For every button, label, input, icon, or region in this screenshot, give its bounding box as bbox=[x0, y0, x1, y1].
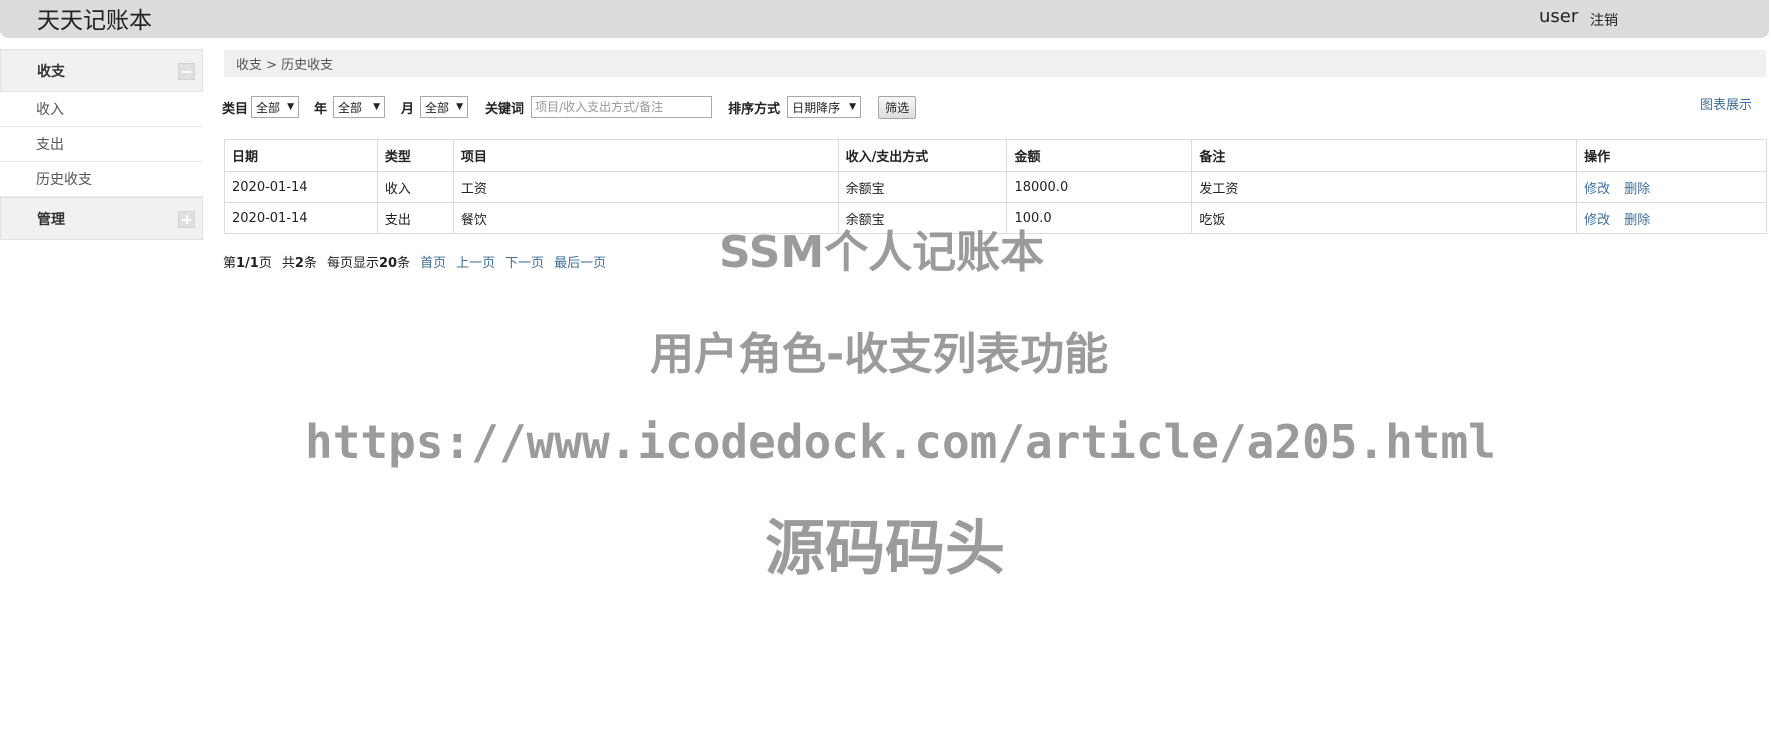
keyword-label: 关键词 bbox=[485, 101, 525, 117]
watermark-url: https://www.icodedock.com/article/a205.h… bbox=[305, 415, 1496, 469]
dropdown-arrow-icon: ▼ bbox=[456, 102, 464, 112]
cell-method: 余额宝 bbox=[837, 171, 1008, 203]
sidebar-item-history[interactable]: 历史收支 bbox=[0, 162, 203, 197]
filter-bar: 类目 全部 ▼ 年 全部 ▼ 月 全部 ▼ 关键词 排序方式 日期降序 ▼ 筛选 bbox=[222, 95, 917, 119]
cell-note: 吃饭 bbox=[1191, 202, 1578, 234]
collapse-icon[interactable] bbox=[178, 63, 195, 80]
watermark-subtitle: 用户角色-收支列表功能 bbox=[650, 329, 1109, 380]
delete-link[interactable]: 删除 bbox=[1624, 213, 1650, 228]
keyword-input[interactable] bbox=[531, 96, 713, 118]
prev-page-link[interactable]: 上一页 bbox=[456, 252, 495, 271]
sidebar-item-income[interactable]: 收入 bbox=[0, 92, 203, 127]
sidebar-group-label: 管理 bbox=[37, 211, 65, 228]
table-row: 2020-01-14 收入 工资 余额宝 18000.0 发工资 修改 删除 bbox=[224, 171, 1767, 203]
pagination: 第1/1页 共2条 每页显示20条 首页 上一页 下一页 最后一页 bbox=[223, 252, 616, 271]
category-select-value: 全部 bbox=[256, 100, 281, 115]
filter-button[interactable]: 筛选 bbox=[878, 95, 917, 119]
cell-note: 发工资 bbox=[1191, 171, 1578, 203]
sort-select-value: 日期降序 bbox=[792, 100, 841, 115]
dropdown-arrow-icon: ▼ bbox=[287, 102, 295, 112]
year-select[interactable]: 全部 ▼ bbox=[333, 96, 386, 118]
first-page-link[interactable]: 首页 bbox=[420, 252, 446, 271]
year-select-value: 全部 bbox=[338, 100, 363, 115]
dropdown-arrow-icon: ▼ bbox=[373, 102, 381, 112]
total-count: 共2条 bbox=[281, 256, 317, 271]
sidebar-item-label: 收入 bbox=[36, 102, 64, 118]
edit-link[interactable]: 修改 bbox=[1584, 182, 1610, 197]
year-label: 年 bbox=[314, 101, 328, 117]
cell-type: 收入 bbox=[376, 171, 454, 203]
category-select[interactable]: 全部 ▼ bbox=[251, 96, 300, 118]
sidebar-group-label: 收支 bbox=[37, 63, 65, 80]
column-header-amount: 金额 bbox=[1006, 139, 1193, 172]
column-header-type: 类型 bbox=[376, 139, 454, 172]
column-header-method: 收入/支出方式 bbox=[837, 139, 1008, 172]
cell-date: 2020-01-14 bbox=[224, 202, 378, 234]
sidebar-item-expense[interactable]: 支出 bbox=[0, 127, 203, 162]
column-header-actions: 操作 bbox=[1576, 139, 1767, 172]
cell-amount: 18000.0 bbox=[1006, 171, 1193, 203]
sort-label: 排序方式 bbox=[728, 101, 781, 117]
logout-link[interactable]: 注销 bbox=[1590, 10, 1618, 30]
last-page-link[interactable]: 最后一页 bbox=[554, 252, 606, 271]
cell-item: 工资 bbox=[452, 171, 839, 203]
current-user: user bbox=[1539, 6, 1579, 27]
watermark-brand: 源码码头 bbox=[765, 514, 1005, 584]
month-select[interactable]: 全部 ▼ bbox=[420, 96, 469, 118]
month-label: 月 bbox=[401, 101, 415, 117]
edit-link[interactable]: 修改 bbox=[1584, 213, 1610, 228]
dropdown-arrow-icon: ▼ bbox=[849, 102, 857, 112]
table-header-row: 日期 类型 项目 收入/支出方式 金额 备注 操作 bbox=[224, 139, 1767, 172]
column-header-item: 项目 bbox=[452, 139, 839, 172]
chart-view-link[interactable]: 图表展示 bbox=[1700, 94, 1752, 113]
top-header: 天天记账本 user 注销 bbox=[0, 0, 1769, 38]
sidebar-group-management[interactable]: 管理 bbox=[0, 197, 203, 240]
sidebar: 收支 收入 支出 历史收支 管理 bbox=[0, 49, 203, 240]
month-select-value: 全部 bbox=[425, 100, 450, 115]
cell-date: 2020-01-14 bbox=[224, 171, 378, 203]
column-header-note: 备注 bbox=[1191, 139, 1578, 172]
expand-icon[interactable] bbox=[178, 211, 195, 228]
cell-actions: 修改 删除 bbox=[1576, 171, 1767, 203]
per-page-info: 每页显示20条 bbox=[326, 256, 411, 271]
app-title: 天天记账本 bbox=[37, 8, 152, 34]
breadcrumb: 收支 > 历史收支 bbox=[224, 50, 1766, 77]
category-label: 类目 bbox=[222, 101, 249, 117]
cell-actions: 修改 删除 bbox=[1576, 202, 1767, 234]
watermark-title: SSM个人记账本 bbox=[719, 227, 1045, 278]
next-page-link[interactable]: 下一页 bbox=[505, 252, 544, 271]
sidebar-item-label: 支出 bbox=[36, 137, 64, 153]
cell-type: 支出 bbox=[376, 202, 454, 234]
sidebar-item-label: 历史收支 bbox=[36, 172, 92, 188]
sort-select[interactable]: 日期降序 ▼ bbox=[787, 96, 862, 118]
sidebar-group-income-expense[interactable]: 收支 bbox=[0, 49, 203, 92]
page-indicator: 第1/1页 bbox=[223, 256, 272, 271]
delete-link[interactable]: 删除 bbox=[1624, 182, 1650, 197]
column-header-date: 日期 bbox=[224, 139, 378, 172]
